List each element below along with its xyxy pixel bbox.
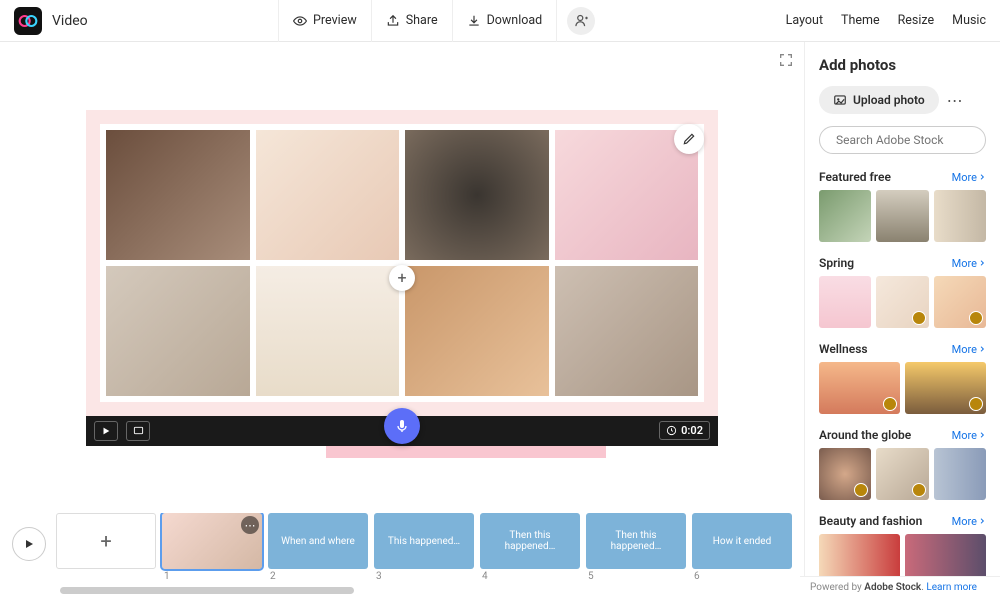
grid-photo[interactable] (106, 266, 250, 396)
sidebar-title: Add photos (819, 56, 986, 74)
timeline-slide[interactable]: ⋯ (162, 513, 262, 569)
learn-more-link[interactable]: Learn more (926, 582, 977, 593)
slide-options-button[interactable]: ⋯ (241, 516, 259, 534)
stock-thumbnail[interactable] (934, 448, 986, 500)
chevron-right-icon (978, 173, 986, 181)
timeline-slide[interactable]: This happened… (374, 513, 474, 569)
chevron-right-icon (978, 345, 986, 353)
edit-slide-button[interactable] (674, 124, 704, 154)
slide-number: 6 (692, 571, 792, 582)
canvas-area: + 0:02 (0, 42, 804, 598)
stock-thumbnail[interactable] (819, 276, 871, 328)
grid-photo[interactable] (256, 266, 400, 396)
nav-resize[interactable]: Resize (898, 13, 935, 28)
search-field[interactable] (836, 133, 992, 147)
category-title: Spring (819, 256, 854, 270)
slide-number: 4 (480, 571, 580, 582)
slide-preview[interactable]: + 0:02 (86, 110, 718, 446)
chevron-right-icon (978, 517, 986, 525)
stock-thumbnail[interactable] (876, 276, 928, 328)
stock-thumbnail[interactable] (876, 190, 928, 242)
category-more-link[interactable]: More (952, 429, 986, 442)
download-icon (467, 14, 481, 28)
app-logo (14, 7, 42, 35)
category-more-link[interactable]: More (952, 171, 986, 184)
category-more-link[interactable]: More (952, 343, 986, 356)
microphone-icon (394, 418, 410, 434)
premium-badge-icon (854, 483, 868, 497)
playback-bar: 0:02 (86, 416, 718, 446)
stock-thumbnail[interactable] (905, 362, 986, 414)
category-title: Wellness (819, 342, 868, 356)
fullscreen-button[interactable] (778, 52, 794, 72)
add-slide-button[interactable]: + (56, 513, 156, 569)
timeline: + ⋯ 1 When and where 2 This happened… 3 Then th… (0, 503, 804, 598)
category-more-link[interactable]: More (952, 515, 986, 528)
slide-number: 5 (586, 571, 686, 582)
category-title: Featured free (819, 170, 891, 184)
category-title: Beauty and fashion (819, 514, 922, 528)
download-button[interactable]: Download (453, 0, 558, 42)
premium-badge-icon (969, 397, 983, 411)
timeline-slide[interactable]: Then this happened… (480, 513, 580, 569)
nav-theme[interactable]: Theme (841, 13, 880, 28)
slide-number: 1 (162, 571, 262, 582)
timeline-play-button[interactable] (12, 527, 46, 561)
duration-badge[interactable]: 0:02 (659, 421, 710, 440)
invite-button[interactable] (567, 7, 595, 35)
timeline-slide[interactable]: Then this happened… (586, 513, 686, 569)
play-button[interactable] (94, 421, 118, 441)
sidebar: Add photos Upload photo ⋯ Featured free M… (804, 42, 1000, 598)
stock-thumbnail[interactable] (876, 448, 928, 500)
record-voice-button[interactable] (384, 408, 420, 444)
stock-thumbnail[interactable] (934, 276, 986, 328)
play-icon (23, 538, 35, 550)
premium-badge-icon (969, 311, 983, 325)
grid-photo[interactable] (555, 130, 699, 260)
grid-photo[interactable] (106, 130, 250, 260)
category-more-link[interactable]: More (952, 257, 986, 270)
premium-badge-icon (912, 311, 926, 325)
more-options-button[interactable]: ⋯ (947, 91, 963, 110)
slide-number: 2 (268, 571, 368, 582)
photo-grid (100, 124, 704, 402)
grid-photo[interactable] (555, 266, 699, 396)
grid-photo[interactable] (405, 266, 549, 396)
grid-photo[interactable] (405, 130, 549, 260)
timeline-slide[interactable]: How it ended (692, 513, 792, 569)
stock-thumbnail[interactable] (819, 190, 871, 242)
stock-thumbnail[interactable] (819, 362, 900, 414)
header-right-nav: Layout Theme Resize Music (786, 13, 986, 28)
category-title: Around the globe (819, 428, 911, 442)
pencil-icon (682, 132, 696, 146)
share-icon (386, 14, 400, 28)
chevron-right-icon (978, 431, 986, 439)
grid-photo[interactable] (256, 130, 400, 260)
timeline-scrollbar[interactable] (60, 587, 594, 594)
nav-layout[interactable]: Layout (786, 13, 823, 28)
caption-button[interactable] (126, 421, 150, 441)
clock-icon (666, 425, 677, 436)
timeline-slide[interactable]: When and where (268, 513, 368, 569)
app-header: Video Preview Share Download Layout Them… (0, 0, 1000, 42)
add-to-grid-button[interactable]: + (389, 265, 415, 291)
upload-photo-button[interactable]: Upload photo (819, 86, 939, 114)
premium-badge-icon (912, 483, 926, 497)
search-stock-input[interactable] (819, 126, 986, 154)
chevron-right-icon (978, 259, 986, 267)
eye-icon (293, 14, 307, 28)
share-button[interactable]: Share (372, 0, 453, 42)
stock-footer: Powered by Adobe Stock. Learn more (800, 576, 1000, 598)
nav-music[interactable]: Music (952, 13, 986, 28)
slide-number: 3 (374, 571, 474, 582)
premium-badge-icon (883, 397, 897, 411)
page-title: Video (52, 13, 88, 29)
stock-thumbnail[interactable] (934, 190, 986, 242)
person-plus-icon (574, 13, 589, 28)
stock-thumbnail[interactable] (819, 448, 871, 500)
play-icon (101, 426, 111, 436)
preview-button[interactable]: Preview (278, 0, 372, 42)
image-upload-icon (833, 93, 847, 107)
caption-icon (133, 425, 144, 436)
